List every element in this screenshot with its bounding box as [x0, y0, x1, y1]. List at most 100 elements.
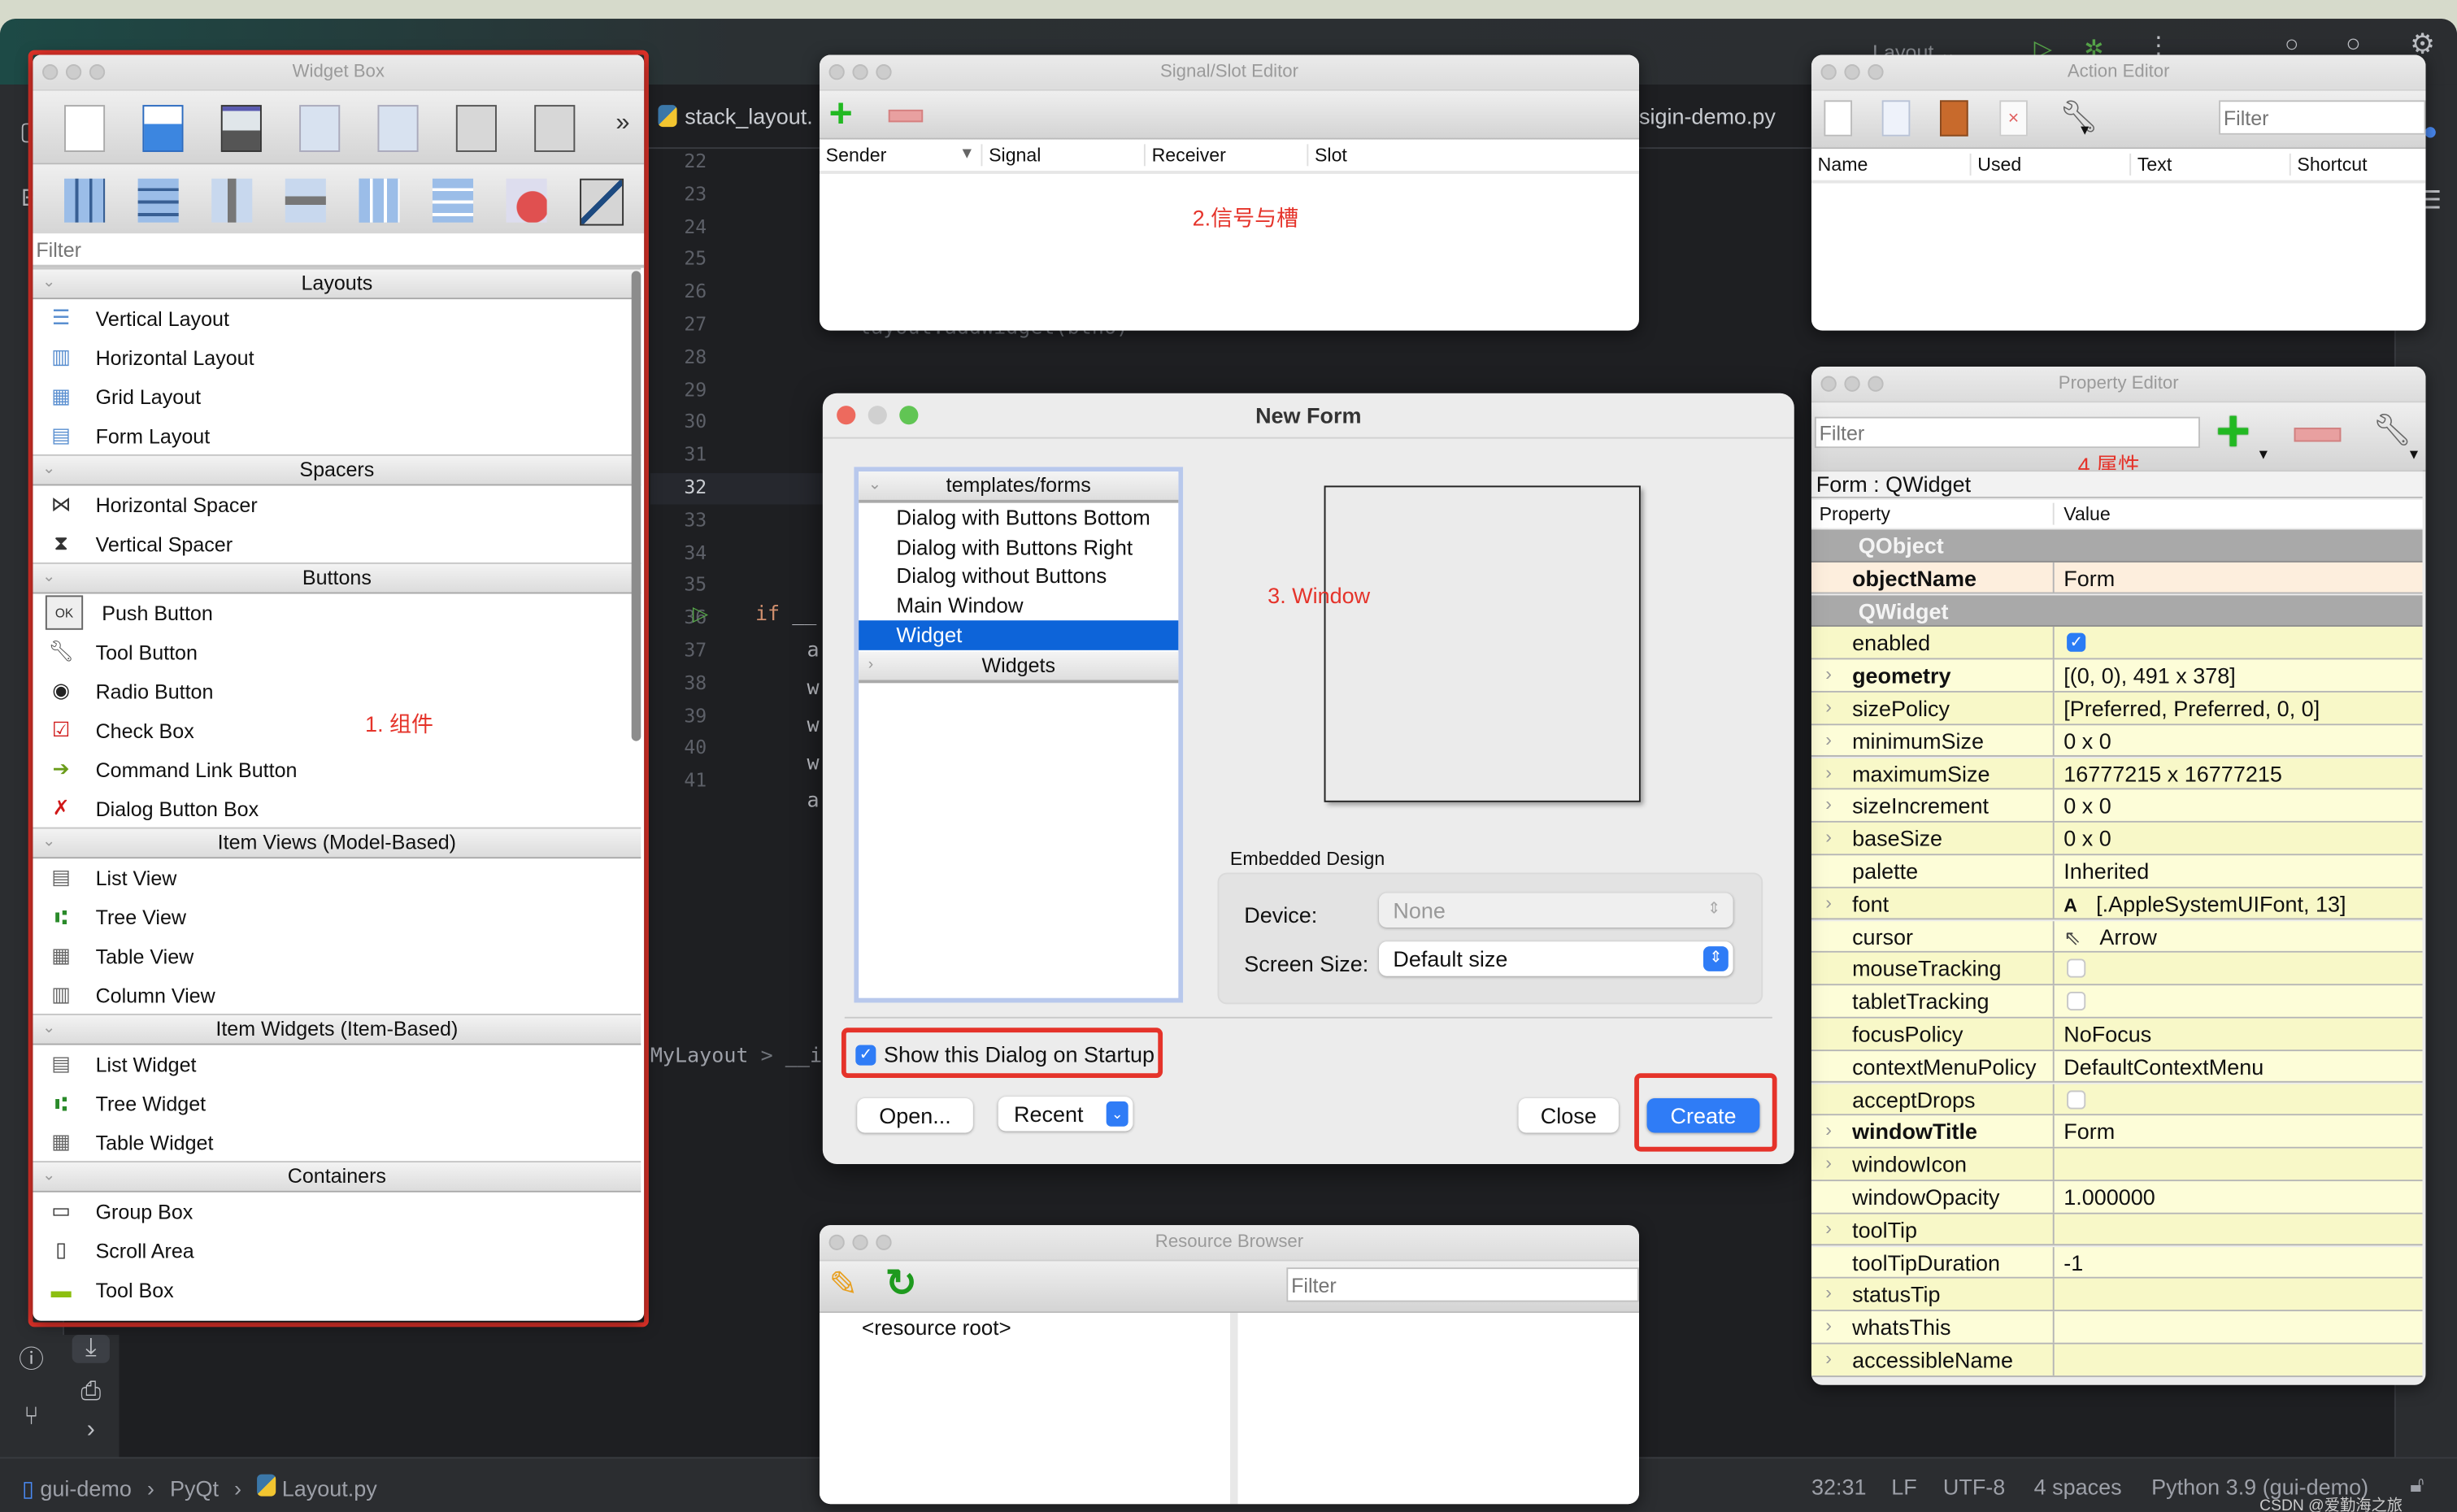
widget-item-table-view[interactable]: ▦ Table View [33, 937, 628, 975]
show-on-startup-checkbox[interactable]: ✓ Show this Dialog on Startup [855, 1042, 1155, 1067]
widget-item-radio-button[interactable]: ◉ Radio Button [33, 672, 628, 710]
property-row-toolTip[interactable]: › toolTip [1811, 1214, 2423, 1247]
category-header-spacers[interactable]: ⌄ Spacers [33, 454, 641, 486]
property-value[interactable]: 16777215 x 16777215 [2063, 761, 2282, 786]
dropdown-arrow-icon[interactable]: ▼ [2078, 122, 2092, 137]
git-icon[interactable]: ⑂ [12, 1404, 50, 1432]
widget-item-grid-layout[interactable]: ▦ Grid Layout [33, 377, 628, 415]
property-row-geometry[interactable]: › geometry [(0, 0), 491 x 378] [1811, 659, 2423, 693]
minimize-button[interactable] [1844, 64, 1860, 80]
splitter-handle[interactable] [1229, 1313, 1238, 1505]
layout-horizontal-icon[interactable] [64, 178, 106, 223]
column-header-used[interactable]: Used [1972, 153, 2132, 176]
action-filter-input[interactable] [2219, 100, 2426, 135]
property-row-font[interactable]: › font A [.AppleSystemUIFont, 13] [1811, 888, 2423, 921]
column-header-sender[interactable]: Sender ▼ [820, 144, 983, 167]
cursor-position[interactable]: 32:31 [1811, 1475, 1867, 1500]
resource-filter-input[interactable] [1286, 1267, 1639, 1302]
breadcrumb-folder[interactable]: PyQt [170, 1476, 219, 1501]
property-group-qobject[interactable]: QObject [1811, 529, 2423, 563]
close-button[interactable] [1820, 64, 1837, 80]
widget-item-list-widget[interactable]: ▤ List Widget [33, 1045, 628, 1083]
minimize-button[interactable] [852, 64, 868, 80]
property-value[interactable]: A [.AppleSystemUIFont, 13] [2063, 891, 2346, 916]
property-row-windowIcon[interactable]: › windowIcon [1811, 1149, 2423, 1181]
widget-item-horizontal-layout[interactable]: ▥ Horizontal Layout [33, 338, 628, 376]
account-icon[interactable]: ○ [2285, 32, 2298, 59]
device-select[interactable]: None ⇕ [1379, 893, 1733, 928]
copy-action-icon[interactable] [1881, 100, 1911, 137]
property-value[interactable]: 0 x 0 [2063, 728, 2111, 754]
property-row-acceptDrops[interactable]: acceptDrops [1811, 1083, 2423, 1116]
category-header-layouts[interactable]: ⌄ Layouts [33, 267, 641, 300]
breadcrumb-class[interactable]: MyLayout [650, 1045, 749, 1069]
property-value[interactable]: 1.000000 [2063, 1184, 2155, 1210]
expand-chevron-icon[interactable]: › [72, 1416, 110, 1445]
expand-chevron-icon[interactable]: › [1825, 696, 1832, 718]
tab-sigin-demo[interactable]: sigin-demo.py [1639, 103, 1776, 128]
close-button[interactable] [42, 64, 59, 80]
print-icon[interactable]: ⎙ [72, 1379, 110, 1407]
widget-item-scroll-area[interactable]: ▯ Scroll Area [33, 1232, 628, 1269]
property-row-accessibleName[interactable]: › accessibleName [1811, 1344, 2423, 1377]
property-filter-input[interactable] [1814, 416, 2200, 449]
file-encoding[interactable]: UTF-8 [1943, 1475, 2005, 1500]
minimize-button[interactable] [852, 1234, 868, 1250]
expand-chevron-icon[interactable]: › [1825, 761, 1832, 783]
expand-chevron-icon[interactable]: › [1825, 826, 1832, 848]
widget-item-column-view[interactable]: ▥ Column View [33, 976, 628, 1014]
expand-chevron-icon[interactable]: › [1825, 793, 1832, 815]
adjust-size-icon[interactable] [580, 178, 624, 226]
expand-chevron-icon[interactable]: › [1825, 1217, 1832, 1239]
widget-item-table-widget[interactable]: ▦ Table Widget [33, 1123, 628, 1161]
property-value[interactable]: Form [2063, 1119, 2115, 1145]
line-ending[interactable]: LF [1891, 1475, 1916, 1500]
property-value[interactable]: [Preferred, Preferred, 0, 0] [2063, 696, 2320, 721]
paste-icon[interactable] [377, 105, 419, 152]
property-row-windowOpacity[interactable]: windowOpacity 1.000000 [1811, 1181, 2423, 1214]
code-breadcrumb[interactable]: MyLayout > __in [650, 1045, 834, 1069]
close-button[interactable] [837, 406, 856, 425]
template-item[interactable]: Main Window [859, 591, 1178, 621]
remove-property-icon[interactable] [2294, 428, 2342, 442]
widget-item-check-box[interactable]: ☑ Check Box [33, 711, 628, 749]
property-row-statusTip[interactable]: › statusTip [1811, 1279, 2423, 1312]
save-icon[interactable] [220, 105, 262, 152]
expand-chevron-icon[interactable]: › [1825, 1119, 1832, 1141]
column-header-text[interactable]: Text [2131, 153, 2291, 176]
breadcrumb-file[interactable]: Layout.py [282, 1476, 377, 1501]
layout-vertical-icon[interactable] [137, 178, 179, 223]
widget-item-tree-widget[interactable]: ⑆ Tree Widget [33, 1084, 628, 1122]
property-value[interactable]: 0 x 0 [2063, 826, 2111, 851]
layout-form-icon[interactable] [432, 178, 474, 223]
property-row-sizePolicy[interactable]: › sizePolicy [Preferred, Preferred, 0, 0] [1811, 692, 2423, 725]
close-button[interactable] [1820, 376, 1837, 392]
property-row-maximumSize[interactable]: › maximumSize 16777215 x 16777215 [1811, 758, 2423, 790]
property-group-qwidget[interactable]: QWidget [1811, 594, 2423, 628]
template-item[interactable]: Dialog with Buttons Right [859, 532, 1178, 563]
widget-item-vertical-spacer[interactable]: ⧗ Vertical Spacer [33, 525, 628, 563]
toolbar-overflow-button[interactable]: » [615, 110, 629, 138]
lock-icon[interactable]: 🔓︎ [2410, 1471, 2424, 1498]
create-button[interactable]: Create [1646, 1098, 1760, 1133]
breadcrumb-project[interactable]: gui-demo [40, 1476, 132, 1501]
run-gutter-icon[interactable]: ▷ [693, 602, 708, 627]
column-header-shortcut[interactable]: Shortcut [2291, 154, 2426, 176]
property-value[interactable]: Form [2063, 565, 2115, 590]
property-row-sizeIncrement[interactable]: › sizeIncrement 0 x 0 [1811, 790, 2423, 823]
widget-item-tool-box[interactable]: ▬ Tool Box [33, 1271, 628, 1308]
property-row-contextMenuPolicy[interactable]: contextMenuPolicy DefaultContextMenu [1811, 1050, 2423, 1084]
expand-chevron-icon[interactable]: › [1825, 1282, 1832, 1304]
category-header-item-views-model-based-[interactable]: ⌄ Item Views (Model-Based) [33, 827, 641, 859]
column-header-name[interactable]: Name [1811, 153, 1972, 176]
property-value[interactable]: DefaultContextMenu [2063, 1054, 2263, 1080]
dropdown-arrow-icon[interactable]: ▼ [2256, 446, 2270, 462]
add-connection-icon[interactable]: + [829, 93, 853, 133]
expand-chevron-icon[interactable]: › [1825, 1314, 1832, 1336]
property-value[interactable]: 0 x 0 [2063, 793, 2111, 819]
scroll-to-end-icon[interactable]: ⤓ [72, 1335, 110, 1363]
expand-chevron-icon[interactable]: › [1825, 891, 1832, 913]
property-row-baseSize[interactable]: › baseSize 0 x 0 [1811, 823, 2423, 856]
property-row-minimumSize[interactable]: › minimumSize 0 x 0 [1811, 724, 2423, 758]
property-value[interactable]: -1 [2063, 1249, 2083, 1275]
